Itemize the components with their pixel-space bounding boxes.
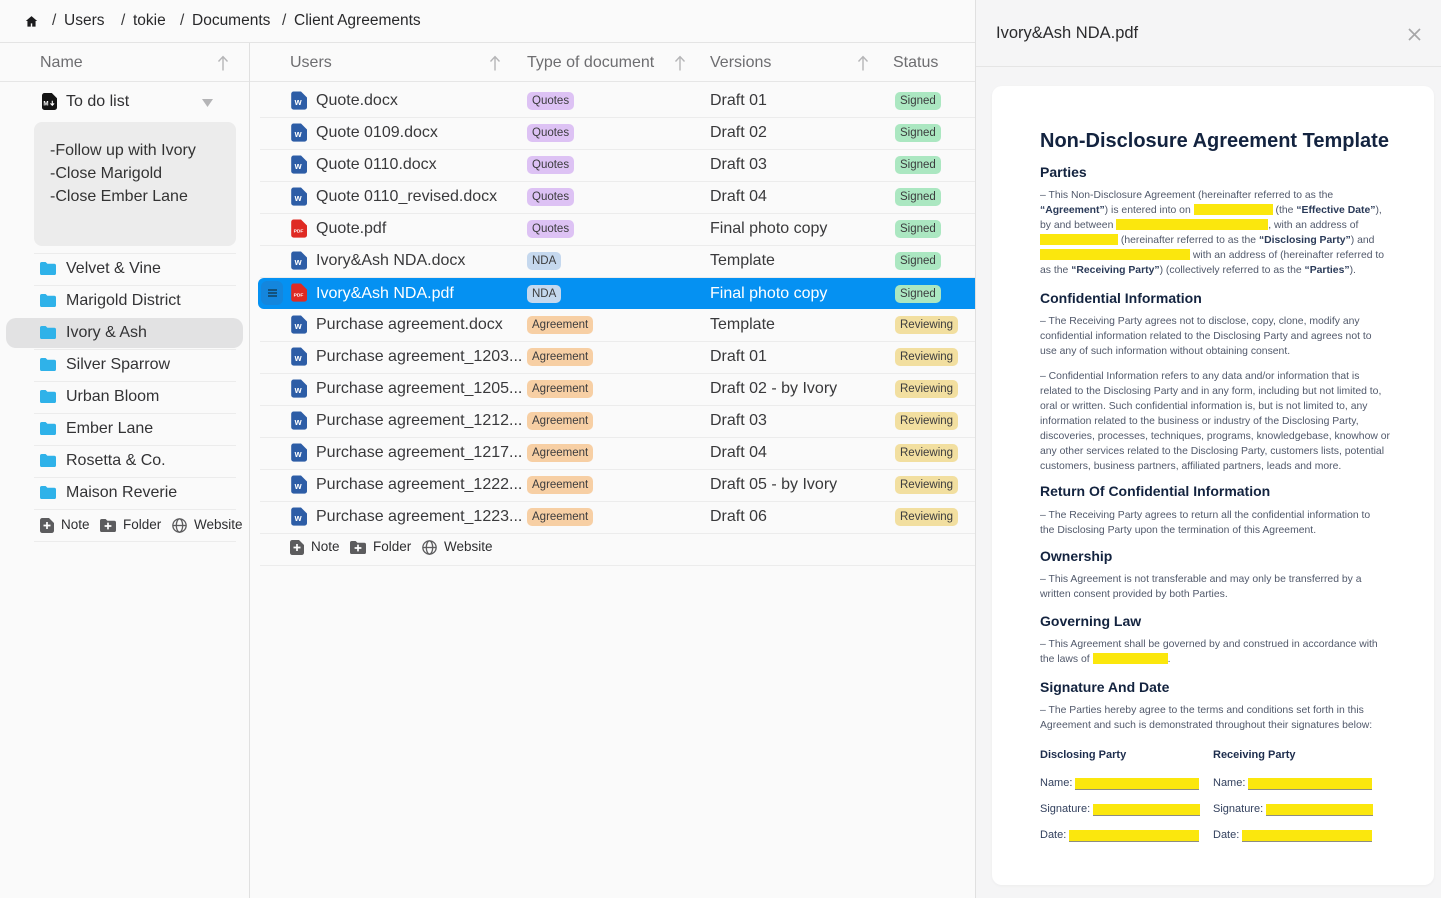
svg-text:M: M — [43, 101, 48, 108]
